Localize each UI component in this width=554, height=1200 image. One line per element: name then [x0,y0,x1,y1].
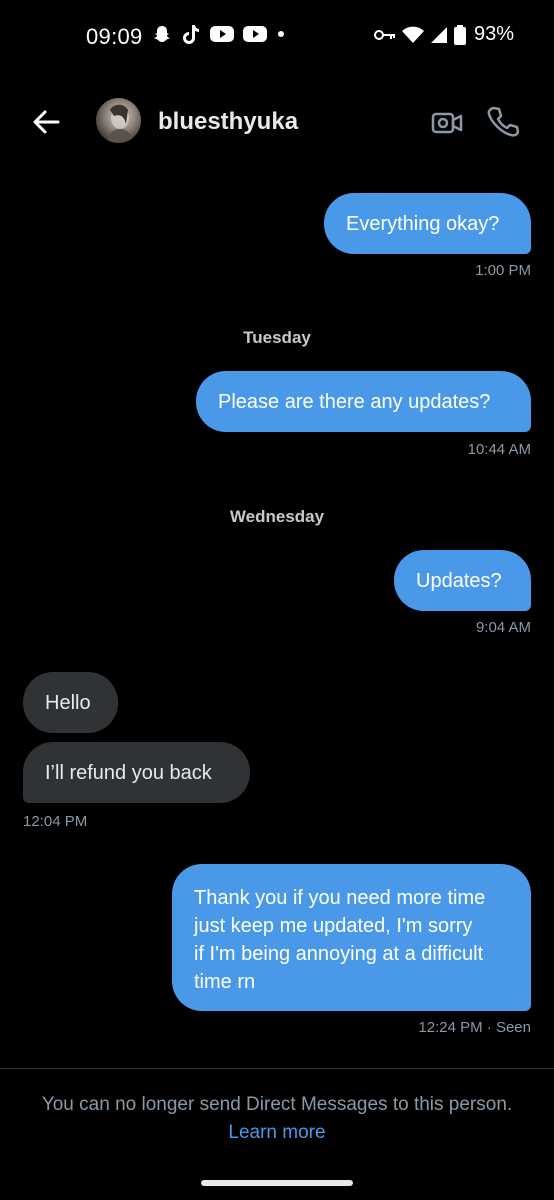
day-separator: Tuesday [243,328,311,347]
message-bubble-outgoing[interactable]: Please are there any updates? [196,371,531,432]
message-timestamp: 12:24 PM · Seen [418,1019,531,1036]
avatar-image [106,104,134,143]
contact-name[interactable]: bluesthyuka [158,108,298,136]
footer-divider [0,1068,554,1069]
message-text: Hello [45,691,91,714]
youtube-icon [210,26,234,42]
message-text: Please are there any updates? [218,390,491,413]
message-bubble-outgoing[interactable]: Updates? [394,550,531,611]
phone-icon[interactable] [486,104,520,138]
message-text-line: just keep me updated, I'm sorry [194,915,473,937]
message-timestamp: 1:00 PM [475,262,531,279]
dm-disabled-notice: You can no longer send Direct Messages t… [41,1094,513,1115]
learn-more-link[interactable]: Learn more [0,1122,554,1144]
snapchat-icon [154,26,170,42]
message-bubble-outgoing[interactable]: Thank you if you need more time just kee… [172,864,531,1011]
arrow-left-icon[interactable] [28,104,64,140]
message-text-line: time rn [194,971,256,993]
message-timestamp: 9:04 AM [475,619,531,636]
tiktok-icon [183,25,199,44]
message-bubble-outgoing[interactable]: Everything okay? [324,193,531,254]
battery-icon [453,24,466,45]
video-call-icon[interactable] [430,106,464,140]
wifi-icon [401,26,424,43]
cellular-icon [430,26,447,43]
message-bubble-incoming[interactable]: I’ll refund you back [23,742,250,803]
message-timestamp: 10:44 AM [467,441,531,458]
avatar[interactable] [96,98,141,143]
home-indicator[interactable] [201,1180,353,1186]
message-text-line: Thank you if you need more time [194,887,486,909]
dot-icon [278,31,284,37]
battery-percent: 93% [473,23,514,45]
notification-icons [152,23,286,45]
message-bubble-incoming[interactable]: Hello [23,672,118,733]
message-text: I’ll refund you back [45,761,212,784]
message-text-line: if I'm being annoying at a difficult [194,943,484,965]
system-icons: 93% [373,23,514,46]
vpn-key-icon [373,29,395,40]
message-timestamp: 12:04 PM [23,813,88,830]
day-separator: Wednesday [229,507,325,526]
message-text: Updates? [416,569,502,592]
status-bar: 09:09 93% [0,0,554,72]
message-text: Everything okay? [346,212,500,235]
youtube-icon [243,26,267,42]
status-time: 09:09 [86,24,143,49]
conversation-header: bluesthyuka [0,80,554,164]
